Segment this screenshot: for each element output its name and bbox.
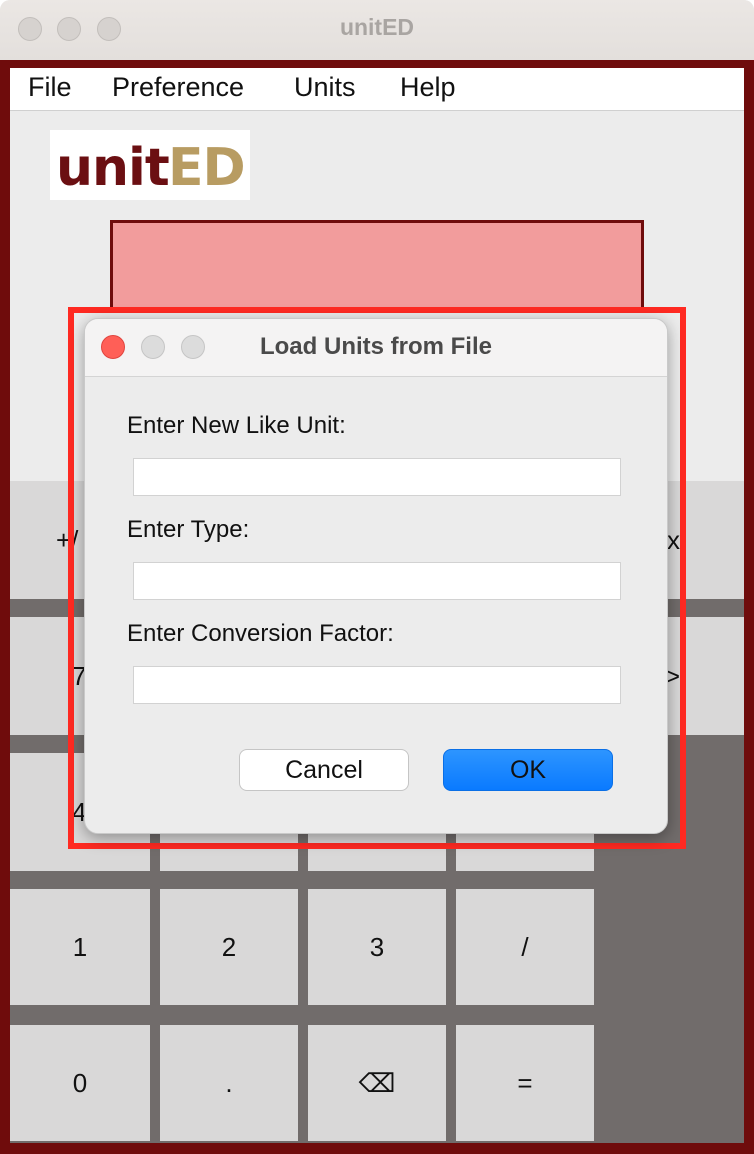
menubar: File Preference Units Help [10, 68, 744, 111]
menu-units[interactable]: Units [294, 72, 356, 103]
new-unit-input[interactable] [133, 458, 621, 496]
ok-button[interactable]: OK [443, 749, 613, 791]
dialog-title: Load Units from File [259, 333, 492, 360]
type-label: Enter Type: [127, 516, 250, 543]
key-0[interactable]: 0 [10, 1025, 150, 1141]
conversion-factor-label: Enter Conversion Factor: [127, 620, 394, 647]
backspace-key[interactable]: ⌫ [308, 1025, 446, 1141]
key-decimal[interactable]: . [160, 1025, 298, 1141]
logo-text-unit: unit [56, 138, 170, 198]
conversion-factor-input[interactable] [133, 666, 621, 704]
key-equals[interactable]: = [456, 1025, 594, 1141]
window-title: unitED [339, 14, 415, 40]
key-2[interactable]: 2 [160, 889, 298, 1005]
menu-file[interactable]: File [28, 72, 72, 103]
backspace-icon: ⌫ [358, 1067, 396, 1098]
cancel-button[interactable]: Cancel [239, 749, 409, 791]
key-3[interactable]: 3 [308, 889, 446, 1005]
key-divide[interactable]: / [456, 889, 594, 1005]
new-unit-label: Enter New Like Unit: [127, 412, 346, 439]
result-display [110, 220, 644, 312]
type-input[interactable] [133, 562, 621, 600]
menu-preference[interactable]: Preference [112, 72, 244, 103]
menu-help[interactable]: Help [400, 72, 456, 103]
app-logo: unit ED [50, 130, 250, 200]
load-units-dialog: Load Units from File Enter New Like Unit… [84, 318, 668, 834]
dialog-titlebar[interactable]: Load Units from File [85, 319, 667, 377]
logo-text-ed: ED [168, 138, 246, 198]
window-titlebar[interactable]: unitED [0, 0, 754, 61]
key-1[interactable]: 1 [10, 889, 150, 1005]
